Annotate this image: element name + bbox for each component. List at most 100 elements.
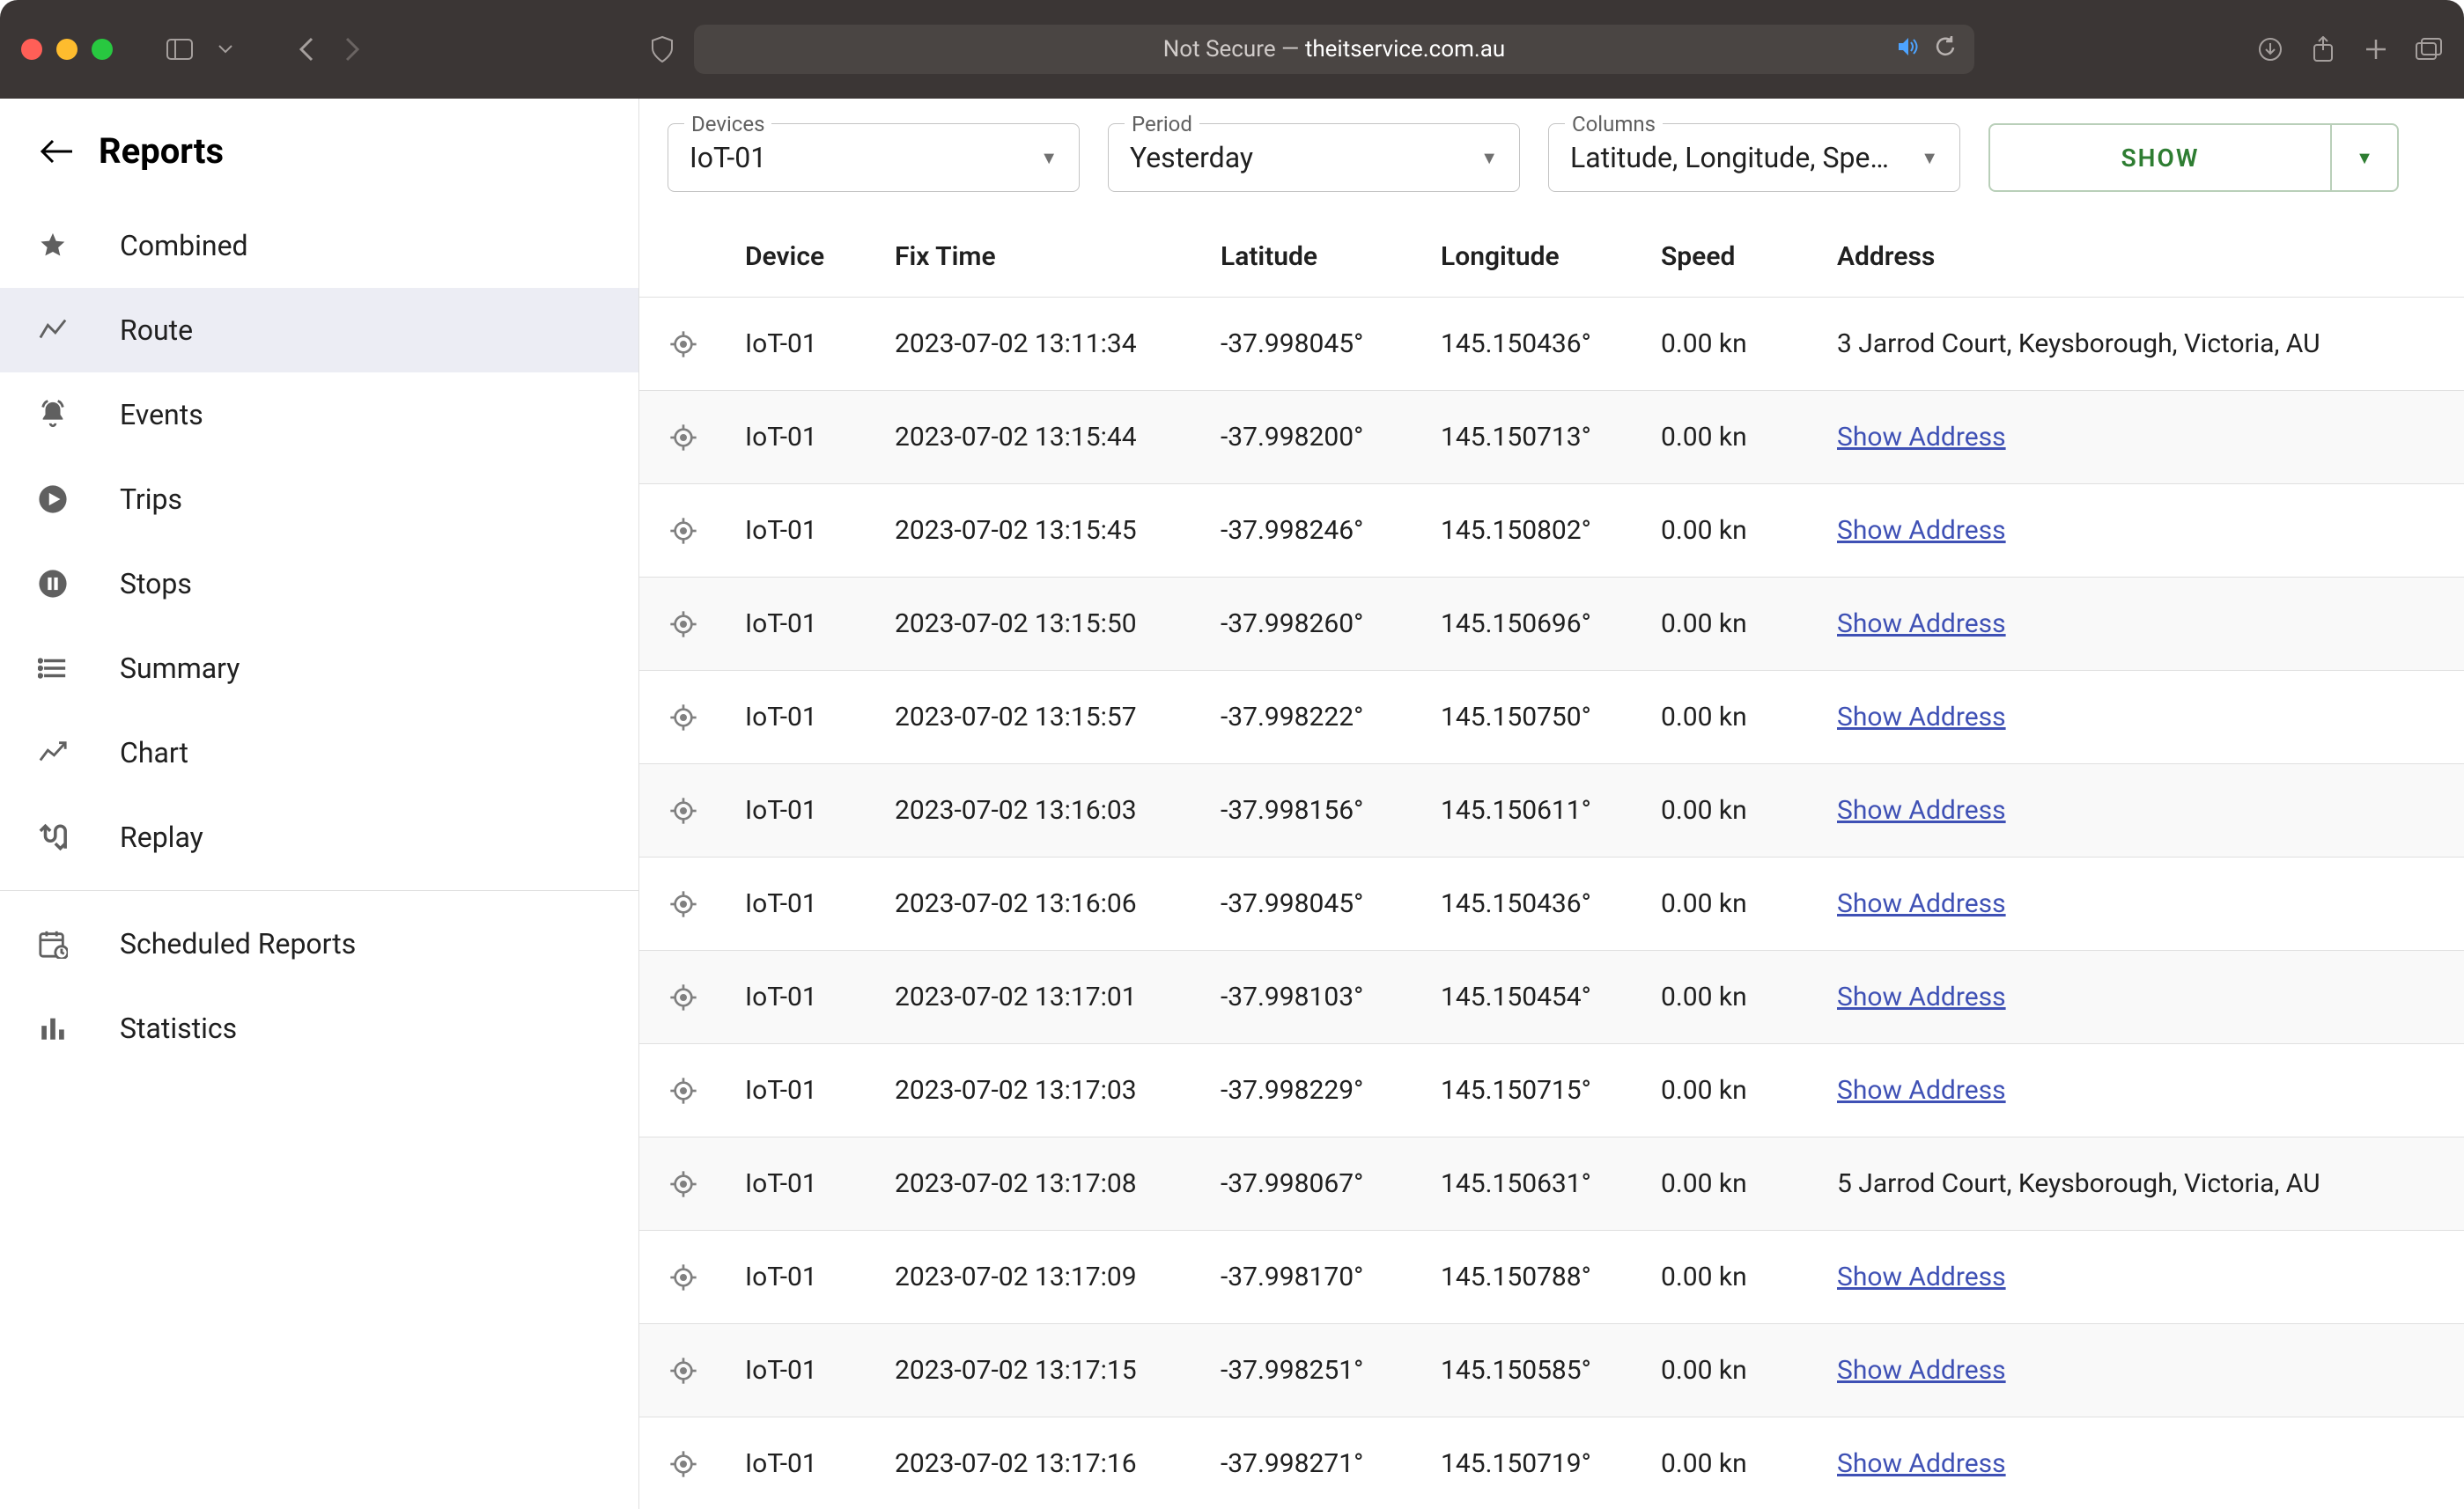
gps-fixed-icon[interactable] [657, 1077, 710, 1105]
minimize-window-button[interactable] [56, 39, 77, 60]
gps-fixed-icon[interactable] [657, 1263, 710, 1292]
play-icon [35, 482, 70, 517]
show-address-link[interactable]: Show Address [1837, 702, 2006, 732]
sidebar-item-trips[interactable]: Trips [0, 457, 638, 541]
gps-fixed-icon[interactable] [657, 1450, 710, 1478]
gps-fixed-icon[interactable] [657, 890, 710, 918]
table-row[interactable]: IoT-012023-07-02 13:17:16-37.998271°145.… [639, 1417, 2464, 1509]
devices-select[interactable]: Devices IoT-01 ▼ [668, 123, 1080, 192]
col-latitude[interactable]: Latitude [1203, 217, 1423, 298]
show-address-link[interactable]: Show Address [1837, 982, 2006, 1012]
cell-lat: -37.998045° [1203, 858, 1423, 951]
col-address[interactable]: Address [1819, 217, 2464, 298]
back-arrow-icon[interactable] [39, 137, 74, 166]
cell-fix: 2023-07-02 13:17:16 [877, 1417, 1203, 1509]
sidebar-item-replay[interactable]: Replay [0, 795, 638, 880]
cell-fix: 2023-07-02 13:15:50 [877, 578, 1203, 671]
table-row[interactable]: IoT-012023-07-02 13:15:50-37.998260°145.… [639, 578, 2464, 671]
downloads-icon[interactable] [2256, 35, 2284, 63]
period-select[interactable]: Period Yesterday ▼ [1108, 123, 1520, 192]
cell-lon: 145.150788° [1423, 1231, 1643, 1324]
gps-fixed-icon[interactable] [657, 797, 710, 825]
table-row[interactable]: IoT-012023-07-02 13:17:15-37.998251°145.… [639, 1324, 2464, 1417]
gps-fixed-icon[interactable] [657, 1357, 710, 1385]
chevron-down-icon[interactable] [211, 35, 240, 63]
sidebar-item-summary[interactable]: Summary [0, 626, 638, 710]
new-tab-icon[interactable] [2362, 35, 2390, 63]
col-device[interactable]: Device [727, 217, 877, 298]
table-row[interactable]: IoT-012023-07-02 13:17:09-37.998170°145.… [639, 1231, 2464, 1324]
show-button-group: SHOW ▼ [1988, 123, 2399, 192]
show-address-link[interactable]: Show Address [1837, 608, 2006, 639]
table-row[interactable]: IoT-012023-07-02 13:15:57-37.998222°145.… [639, 671, 2464, 764]
gps-fixed-icon[interactable] [657, 983, 710, 1012]
show-button[interactable]: SHOW [1988, 123, 2330, 192]
cell-speed: 0.00 kn [1643, 671, 1819, 764]
sidebar-item-combined[interactable]: Combined [0, 203, 638, 288]
table-row[interactable]: IoT-012023-07-02 13:15:45-37.998246°145.… [639, 484, 2464, 578]
sound-icon[interactable] [1899, 36, 1922, 63]
sidebar-item-label: Summary [120, 651, 240, 685]
cell-fix: 2023-07-02 13:15:44 [877, 391, 1203, 484]
address-bar[interactable]: Not Secure — theitservice.com.au [694, 25, 1974, 74]
cell-lat: -37.998271° [1203, 1417, 1423, 1509]
gps-fixed-icon[interactable] [657, 423, 710, 452]
table-row[interactable]: IoT-012023-07-02 13:16:06-37.998045°145.… [639, 858, 2464, 951]
table-row[interactable]: IoT-012023-07-02 13:15:44-37.998200°145.… [639, 391, 2464, 484]
col-speed[interactable]: Speed [1643, 217, 1819, 298]
show-address-link[interactable]: Show Address [1837, 1262, 2006, 1292]
gps-fixed-icon[interactable] [657, 1170, 710, 1198]
reload-icon[interactable] [1936, 35, 1957, 64]
show-address-link[interactable]: Show Address [1837, 422, 2006, 453]
show-address-link[interactable]: Show Address [1837, 795, 2006, 826]
table-row[interactable]: IoT-012023-07-02 13:16:03-37.998156°145.… [639, 764, 2464, 858]
gps-fixed-icon[interactable] [657, 610, 710, 638]
sidebar-item-route[interactable]: Route [0, 288, 638, 372]
maximize-window-button[interactable] [92, 39, 113, 60]
cell-address: 5 Jarrod Court, Keysborough, Victoria, A… [1819, 1137, 2464, 1231]
cell-lon: 145.150715° [1423, 1044, 1643, 1137]
cell-lat: -37.998246° [1203, 484, 1423, 578]
sidebar-divider [0, 890, 638, 891]
sidebar-item-events[interactable]: Events [0, 372, 638, 457]
share-icon[interactable] [2309, 35, 2337, 63]
not-secure-label: Not Secure — [1163, 36, 1305, 63]
tabs-overview-icon[interactable] [2415, 35, 2443, 63]
show-address-link[interactable]: Show Address [1837, 1075, 2006, 1106]
gps-fixed-icon[interactable] [657, 517, 710, 545]
show-address-link[interactable]: Show Address [1837, 888, 2006, 919]
table-row[interactable]: IoT-012023-07-02 13:11:34-37.998045°145.… [639, 298, 2464, 391]
cell-address: Show Address [1819, 1231, 2464, 1324]
show-address-link[interactable]: Show Address [1837, 1448, 2006, 1479]
show-dropdown-button[interactable]: ▼ [2330, 123, 2399, 192]
close-window-button[interactable] [21, 39, 42, 60]
table-scroll[interactable]: Device Fix Time Latitude Longitude Speed… [639, 217, 2464, 1509]
table-row[interactable]: IoT-012023-07-02 13:17:03-37.998229°145.… [639, 1044, 2464, 1137]
forward-button-icon[interactable] [338, 35, 366, 63]
col-fix-time[interactable]: Fix Time [877, 217, 1203, 298]
columns-select[interactable]: Columns Latitude, Longitude, Spe… ▼ [1548, 123, 1960, 192]
col-longitude[interactable]: Longitude [1423, 217, 1643, 298]
sidebar-toggle-icon[interactable] [166, 35, 194, 63]
gps-fixed-icon[interactable] [657, 330, 710, 358]
sidebar-item-label: Route [120, 313, 193, 347]
table-header-row: Device Fix Time Latitude Longitude Speed… [639, 217, 2464, 298]
sidebar-item-statistics[interactable]: Statistics [0, 986, 638, 1071]
cell-fix: 2023-07-02 13:17:09 [877, 1231, 1203, 1324]
cell-device: IoT-01 [727, 484, 877, 578]
sidebar-item-chart[interactable]: Chart [0, 710, 638, 795]
cell-speed: 0.00 kn [1643, 391, 1819, 484]
cell-device: IoT-01 [727, 671, 877, 764]
cell-device: IoT-01 [727, 858, 877, 951]
gps-fixed-icon[interactable] [657, 703, 710, 732]
table-row[interactable]: IoT-012023-07-02 13:17:08-37.998067°145.… [639, 1137, 2464, 1231]
back-button-icon[interactable] [292, 35, 321, 63]
sidebar-item-scheduled-reports[interactable]: Scheduled Reports [0, 902, 638, 986]
show-address-link[interactable]: Show Address [1837, 1355, 2006, 1386]
cell-address: Show Address [1819, 858, 2464, 951]
show-address-link[interactable]: Show Address [1837, 515, 2006, 546]
table-row[interactable]: IoT-012023-07-02 13:17:01-37.998103°145.… [639, 951, 2464, 1044]
shield-icon[interactable] [648, 35, 676, 63]
sidebar-item-stops[interactable]: Stops [0, 541, 638, 626]
cell-device: IoT-01 [727, 951, 877, 1044]
